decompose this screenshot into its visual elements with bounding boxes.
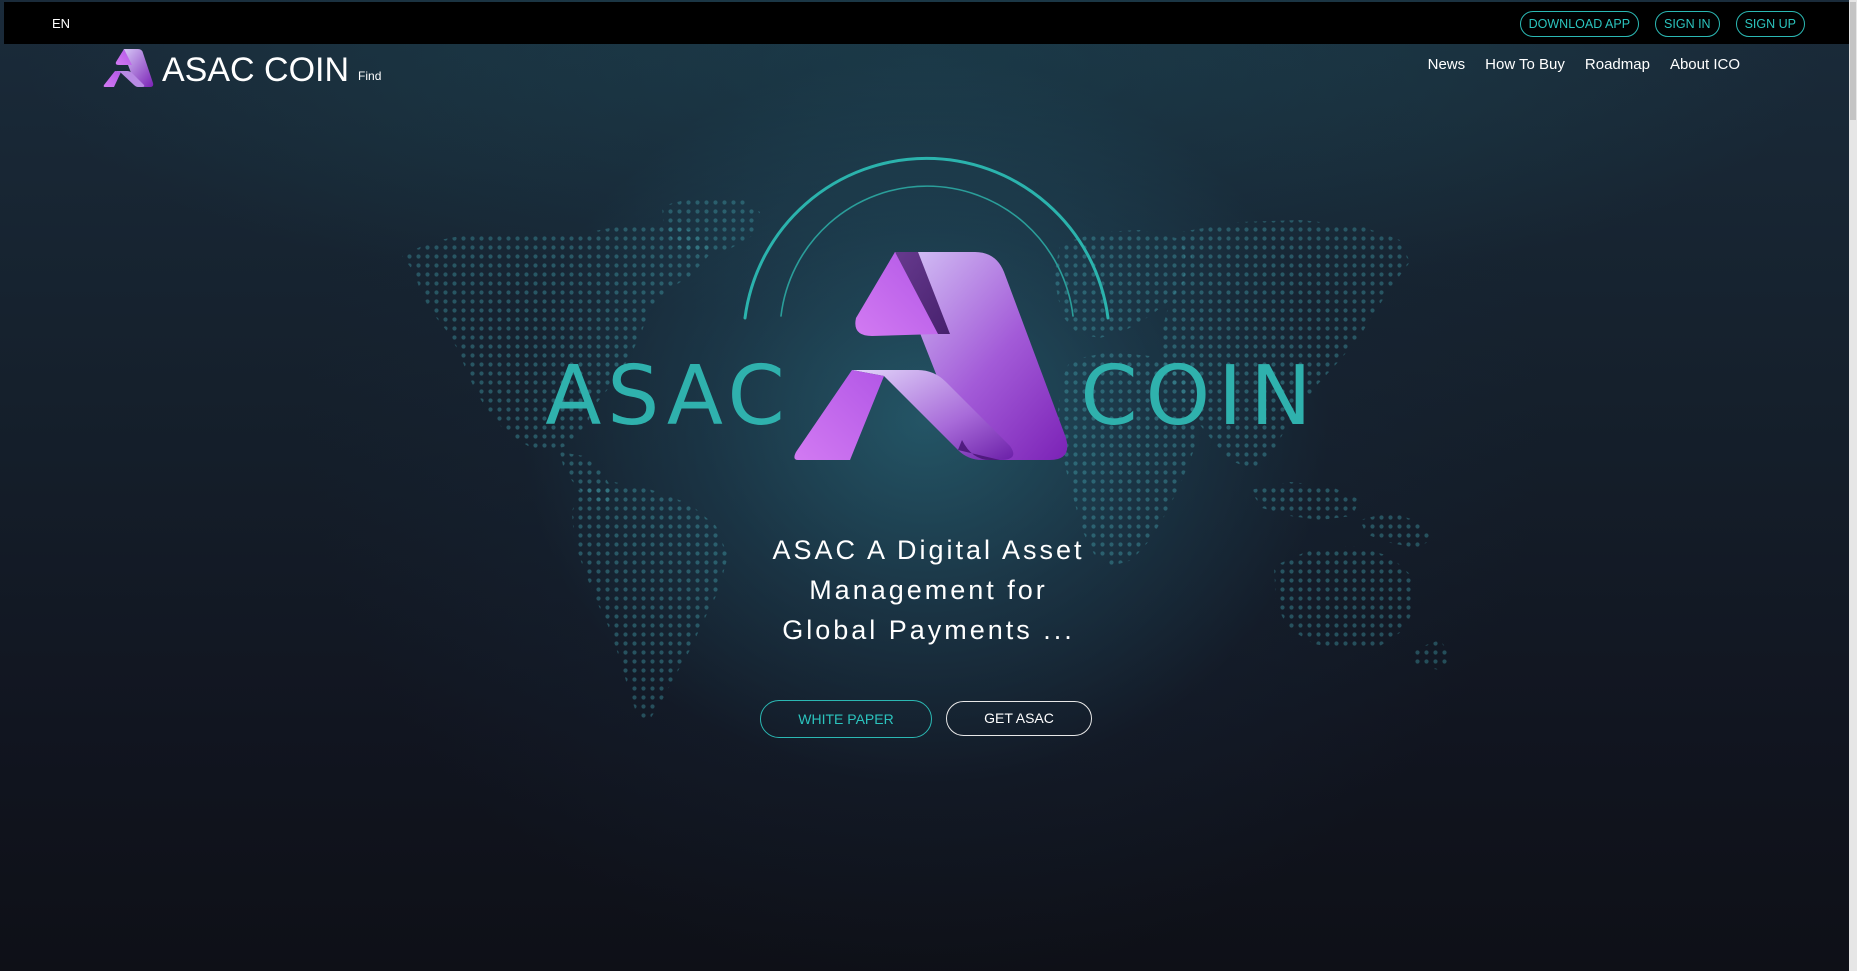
page-scrollbar[interactable] [1849,0,1857,971]
brand-subtitle: Find [358,69,382,83]
hero-art: ASAC COIN [402,156,1452,722]
get-asac-button[interactable]: GET ASAC [946,701,1092,736]
hero-buttons: WHITE PAPER GET ASAC [760,700,1092,738]
brand[interactable]: ASAC COIN Find [102,47,381,89]
hero-tagline: ASAC A Digital Asset Management for Glob… [0,530,1857,650]
top-actions: DOWNLOAD APP SIGN IN SIGN UP [1519,11,1805,37]
page: ASAC COIN EN DOWNLOAD APP SIGN IN SIGN U… [0,0,1857,971]
asac-a-logo-icon [794,252,1068,460]
tagline-line-2: Management for [809,575,1048,605]
top-bar: EN DOWNLOAD APP SIGN IN SIGN UP [4,2,1853,44]
sign-up-button[interactable]: SIGN UP [1735,11,1805,37]
download-app-button[interactable]: DOWNLOAD APP [1519,11,1640,37]
hero-logo-left: ASAC [545,349,791,444]
hero-logo-right: COIN [1080,349,1319,444]
language-selector[interactable]: EN [52,16,70,31]
nav-about-ico[interactable]: About ICO [1670,56,1740,73]
nav-how-to-buy[interactable]: How To Buy [1485,56,1565,73]
main-nav: News How To Buy Roadmap About ICO [1428,56,1740,73]
tagline-line-1: ASAC A Digital Asset [772,535,1085,565]
brand-title: ASAC COIN [162,51,350,89]
tagline-line-3: Global Payments ... [782,615,1075,645]
nav-news[interactable]: News [1428,56,1466,73]
brand-logo-icon [103,49,154,87]
nav-roadmap[interactable]: Roadmap [1585,56,1650,73]
scrollbar-thumb[interactable] [1850,2,1856,120]
white-paper-button[interactable]: WHITE PAPER [760,700,932,738]
sign-in-button[interactable]: SIGN IN [1655,11,1720,37]
